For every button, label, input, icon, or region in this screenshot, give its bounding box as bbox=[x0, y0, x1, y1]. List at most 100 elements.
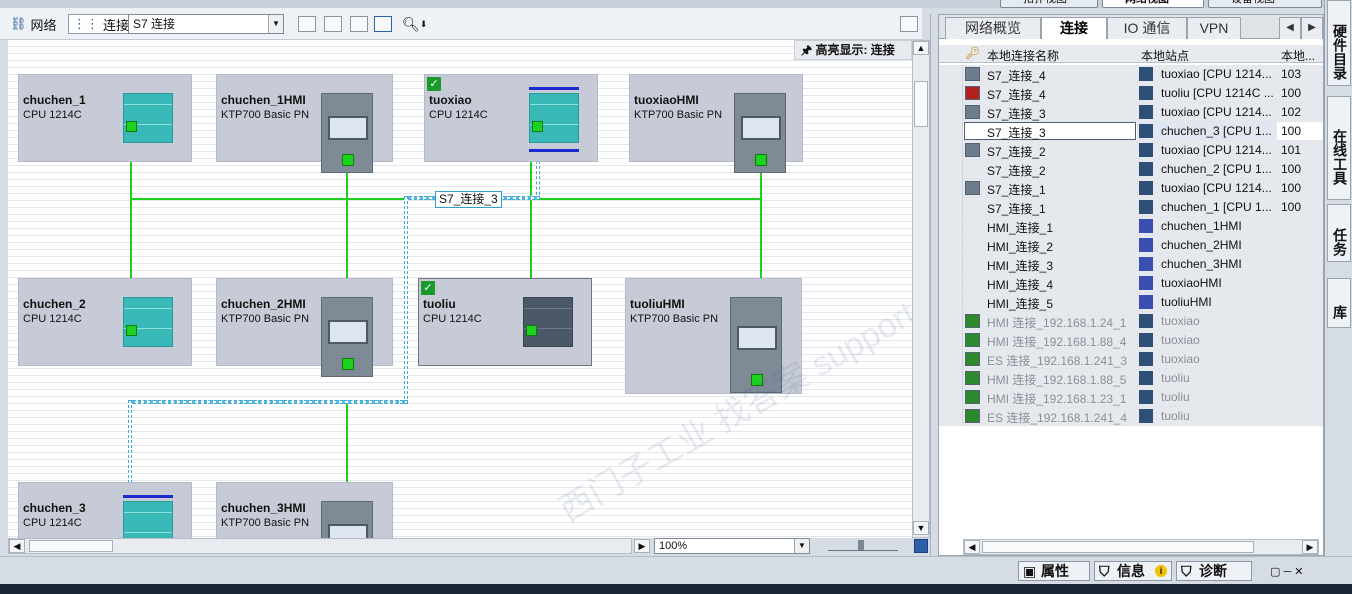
cell-connection-name[interactable]: HMI 连接_192.168.1.88_5 bbox=[987, 371, 1137, 388]
connections-button[interactable]: ⋮⋮ 连接 bbox=[68, 14, 135, 34]
cell-local-id[interactable]: 100 bbox=[1281, 162, 1319, 176]
cell-connection-name[interactable]: HMI_连接_2 bbox=[987, 238, 1137, 255]
device-chuchen-3[interactable]: chuchen_3 CPU 1214C bbox=[18, 482, 192, 538]
cell-local-station[interactable]: tuoliu bbox=[1161, 371, 1277, 385]
cell-local-station[interactable]: tuoliu bbox=[1161, 409, 1277, 423]
cell-local-id[interactable]: 102 bbox=[1281, 105, 1319, 119]
table-row[interactable]: S7_连接_3 chuchen_3 [CPU 1... 100 bbox=[939, 122, 1323, 141]
cell-connection-name[interactable]: HMI_连接_5 bbox=[987, 295, 1137, 312]
port-icon[interactable] bbox=[342, 358, 354, 370]
row-header[interactable] bbox=[939, 369, 963, 387]
cell-connection-name[interactable]: HMI 连接_192.168.1.88_4 bbox=[987, 333, 1137, 350]
row-header[interactable] bbox=[939, 103, 963, 121]
zoom-slider[interactable] bbox=[828, 540, 898, 551]
zoom-select[interactable]: 100% ▼ bbox=[654, 538, 810, 554]
device-chuchen-1hmi[interactable]: chuchen_1HMI KTP700 Basic PN bbox=[216, 74, 393, 173]
chevron-down-icon[interactable]: ▼ bbox=[268, 15, 283, 33]
row-header[interactable] bbox=[939, 407, 963, 425]
canvas-horizontal-scrollbar[interactable]: ◀ bbox=[8, 538, 632, 554]
cell-local-station[interactable]: chuchen_2HMI bbox=[1161, 238, 1277, 252]
scroll-thumb[interactable] bbox=[914, 81, 928, 127]
chevron-right-icon[interactable]: ▶ bbox=[1301, 17, 1323, 39]
connection-type-select[interactable]: S7 连接 ▼ bbox=[128, 14, 284, 34]
scroll-thumb[interactable] bbox=[982, 541, 1254, 553]
port-icon[interactable] bbox=[755, 154, 767, 166]
canvas-vertical-scrollbar[interactable]: ▲ ▼ bbox=[912, 40, 930, 538]
device-chuchen-3hmi[interactable]: chuchen_3HMI KTP700 Basic PN bbox=[216, 482, 393, 538]
tab-connections[interactable]: 连接 bbox=[1041, 17, 1107, 39]
table-row[interactable]: HMI_连接_5 tuoliuHMI bbox=[939, 293, 1323, 312]
table-horizontal-scrollbar[interactable]: ◀ ▶ bbox=[963, 539, 1319, 555]
device-chuchen-2[interactable]: chuchen_2 CPU 1214C bbox=[18, 278, 192, 366]
cell-local-station[interactable]: chuchen_1 [CPU 1... bbox=[1161, 200, 1277, 214]
cell-local-station[interactable]: chuchen_3HMI bbox=[1161, 257, 1277, 271]
cell-local-station[interactable]: tuoxiao [CPU 1214... bbox=[1161, 181, 1277, 195]
table-row[interactable]: HMI 连接_192.168.1.24_1 tuoxiao bbox=[939, 312, 1323, 331]
panel-toggle-icon[interactable] bbox=[900, 16, 918, 32]
cell-connection-name[interactable]: HMI 连接_192.168.1.24_1 bbox=[987, 314, 1137, 331]
cell-local-id[interactable]: 103 bbox=[1281, 67, 1319, 81]
cell-local-station[interactable]: tuoxiao bbox=[1161, 352, 1277, 366]
cell-local-station[interactable]: tuoliuHMI bbox=[1161, 295, 1277, 309]
row-header[interactable] bbox=[939, 255, 963, 273]
chevron-down-icon[interactable]: ▼ bbox=[794, 539, 809, 553]
cell-connection-name[interactable]: HMI 连接_192.168.1.23_1 bbox=[987, 390, 1137, 407]
chevron-left-icon[interactable]: ◀ bbox=[1279, 17, 1301, 39]
cell-local-station[interactable]: chuchen_2 [CPU 1... bbox=[1161, 162, 1277, 176]
cell-local-station[interactable]: tuoxiaoHMI bbox=[1161, 276, 1277, 290]
tab-online-tools[interactable]: 在线工具 bbox=[1327, 96, 1351, 200]
table-row[interactable]: S7_连接_4 tuoliu [CPU 1214C ... 100 bbox=[939, 84, 1323, 103]
cell-local-station[interactable]: chuchen_3 [CPU 1... bbox=[1161, 124, 1277, 138]
tab-vpn[interactable]: VPN bbox=[1187, 17, 1241, 39]
tab-properties[interactable]: ▣ 属性 bbox=[1018, 561, 1090, 581]
cell-local-station[interactable]: tuoxiao [CPU 1214... bbox=[1161, 105, 1277, 119]
zoom-icon[interactable]: 🔍︎ ⬇ bbox=[402, 14, 427, 34]
row-header[interactable] bbox=[939, 236, 963, 254]
tab-network-overview[interactable]: 网络概览 bbox=[945, 17, 1041, 39]
port-icon[interactable] bbox=[342, 154, 354, 166]
connection-label[interactable]: S7_连接_3 bbox=[435, 191, 502, 208]
column-local-id[interactable]: 本地... bbox=[1281, 47, 1315, 64]
row-header[interactable] bbox=[939, 293, 963, 311]
table-view-icon[interactable] bbox=[374, 16, 392, 32]
cell-connection-name[interactable]: HMI_连接_4 bbox=[987, 276, 1137, 293]
tab-io-communication[interactable]: IO 通信 bbox=[1107, 17, 1187, 39]
tab-topology-view[interactable]: 拓扑视图 bbox=[1000, 0, 1098, 8]
network-button[interactable]: ⛓ 网络 bbox=[10, 14, 57, 34]
table-row[interactable]: HMI 连接_192.168.1.88_4 tuoxiao bbox=[939, 331, 1323, 350]
name-edit-icon[interactable] bbox=[298, 16, 316, 32]
scroll-right-icon[interactable]: ▶ bbox=[634, 539, 650, 553]
table-row[interactable]: S7_连接_1 tuoxiao [CPU 1214... 100 bbox=[939, 179, 1323, 198]
table-row[interactable]: HMI_连接_4 tuoxiaoHMI bbox=[939, 274, 1323, 293]
table-row[interactable]: HMI_连接_1 chuchen_1HMI bbox=[939, 217, 1323, 236]
table-row[interactable]: ES 连接_192.168.1.241_4 tuoliu bbox=[939, 407, 1323, 426]
slider-handle[interactable] bbox=[858, 540, 864, 550]
cell-local-id[interactable]: 100 bbox=[1281, 181, 1319, 195]
tab-hardware-catalog[interactable]: 硬件目录 bbox=[1327, 0, 1351, 86]
cell-connection-name[interactable]: S7_连接_1 bbox=[987, 200, 1137, 217]
port-icon[interactable] bbox=[751, 374, 763, 386]
tab-diagnostics[interactable]: ⛉ 诊断 bbox=[1176, 561, 1252, 581]
tab-device-view[interactable]: 设备视图 bbox=[1208, 0, 1322, 8]
cell-connection-name[interactable]: S7_连接_2 bbox=[987, 143, 1137, 160]
cell-connection-name[interactable]: ES 连接_192.168.1.241_4 bbox=[987, 409, 1137, 426]
table-row[interactable]: HMI 连接_192.168.1.23_1 tuoliu bbox=[939, 388, 1323, 407]
tab-libraries[interactable]: 库 bbox=[1327, 278, 1351, 328]
network-canvas[interactable]: 🖈︎ 高亮显示: 连接 S7_连接_3 chuchen_1 CPU 1214C … bbox=[8, 40, 912, 538]
scroll-right-icon[interactable]: ▶ bbox=[1302, 540, 1318, 554]
window-controls-icon[interactable]: ▢ ─ ✕ bbox=[1270, 565, 1304, 578]
scroll-thumb[interactable] bbox=[29, 540, 113, 552]
row-header[interactable] bbox=[939, 217, 963, 235]
cell-connection-name[interactable]: S7_连接_3 bbox=[987, 105, 1137, 122]
row-header[interactable] bbox=[939, 198, 963, 216]
row-header[interactable] bbox=[939, 350, 963, 368]
port-icon[interactable] bbox=[126, 325, 137, 336]
scroll-up-icon[interactable]: ▲ bbox=[913, 41, 929, 55]
table-row[interactable]: S7_连接_4 tuoxiao [CPU 1214... 103 bbox=[939, 65, 1323, 84]
device-tuoxiaohmi[interactable]: tuoxiaoHMI KTP700 Basic PN bbox=[629, 74, 803, 173]
row-header[interactable] bbox=[939, 141, 963, 159]
cell-connection-name[interactable]: HMI_连接_1 bbox=[987, 219, 1137, 236]
overview-icon[interactable] bbox=[914, 539, 928, 553]
device-chuchen-1[interactable]: chuchen_1 CPU 1214C bbox=[18, 74, 192, 162]
port-icon[interactable] bbox=[126, 121, 137, 132]
